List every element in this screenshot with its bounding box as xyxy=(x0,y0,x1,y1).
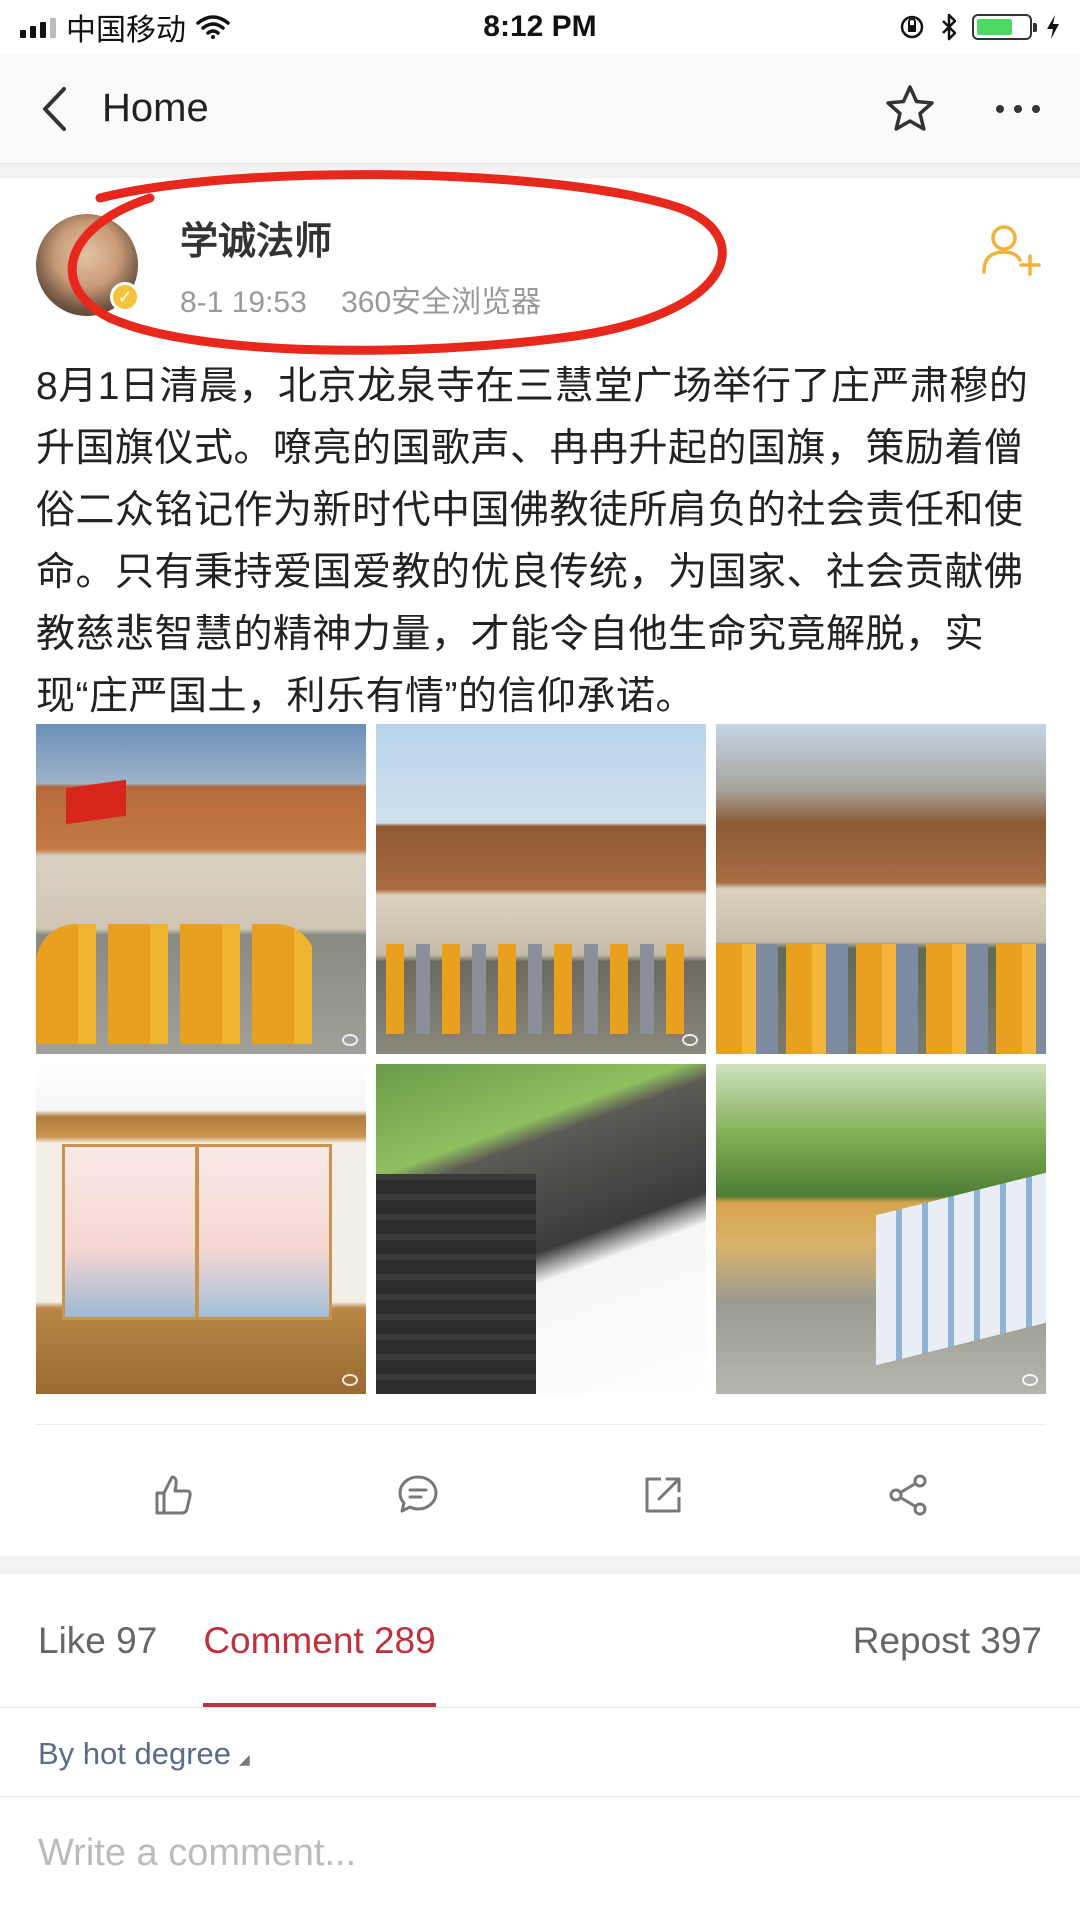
star-icon[interactable] xyxy=(884,83,936,135)
divider xyxy=(36,1424,1046,1425)
dropdown-triangle-icon: ◢ xyxy=(239,1751,250,1767)
photo-6[interactable] xyxy=(716,1064,1046,1394)
view-icon xyxy=(682,1034,698,1046)
engagement-tabs: Like 97 Comment 289 Repost 397 xyxy=(0,1574,1080,1708)
view-icon xyxy=(342,1374,358,1386)
tab-like[interactable]: Like 97 xyxy=(38,1574,157,1707)
view-icon xyxy=(1022,1034,1038,1046)
share-icon[interactable] xyxy=(884,1471,932,1519)
photo-1[interactable] xyxy=(36,724,366,1054)
chevron-left-icon xyxy=(43,86,66,131)
carrier-label: 中国移动 xyxy=(66,14,186,47)
view-icon xyxy=(342,1034,358,1046)
photo-3[interactable] xyxy=(716,724,1046,1054)
more-dots-icon[interactable] xyxy=(996,104,1040,113)
add-user-icon[interactable] xyxy=(980,222,1042,276)
sort-label: By hot degree xyxy=(38,1736,232,1771)
view-icon xyxy=(682,1374,698,1386)
comment-icon[interactable] xyxy=(394,1471,442,1519)
sort-dropdown[interactable]: By hot degree ◢ xyxy=(38,1736,250,1772)
post-source: 360安全浏览器 xyxy=(341,285,542,319)
status-bar: 中国移动 8:12 PM xyxy=(0,0,1080,54)
back-label: Home xyxy=(102,86,209,130)
post-body-text: 8月1日清晨，北京龙泉寺在三慧堂广场举行了庄严肃穆的升国旗仪式。嘹亮的国歌声、冉… xyxy=(36,365,1029,718)
section-separator xyxy=(0,1556,1080,1574)
wifi-icon xyxy=(196,15,230,39)
comment-input[interactable] xyxy=(38,1832,1038,1875)
post-header: ✓ 学诚法师 8-1 19:53 360安全浏览器 xyxy=(36,210,1046,320)
tab-repost[interactable]: Repost 397 xyxy=(853,1574,1042,1707)
thumbs-up-icon[interactable] xyxy=(149,1471,197,1519)
orientation-lock-icon xyxy=(900,15,924,39)
post-subtitle: 8-1 19:53 360安全浏览器 xyxy=(180,277,541,321)
status-bar-left: 中国移动 xyxy=(20,5,230,49)
divider xyxy=(0,1796,1080,1797)
nav-actions xyxy=(884,83,1040,135)
bluetooth-icon xyxy=(942,13,957,41)
avatar[interactable]: ✓ xyxy=(36,214,140,316)
photo-5[interactable] xyxy=(376,1064,706,1394)
top-nav-bar: Home xyxy=(0,54,1080,164)
author-name[interactable]: 学诚法师 xyxy=(180,210,541,265)
tab-comment[interactable]: Comment 289 xyxy=(203,1574,437,1707)
post-date: 8-1 19:53 xyxy=(180,285,307,319)
signal-icon xyxy=(20,16,56,38)
battery-icon xyxy=(972,14,1037,40)
image-grid xyxy=(36,724,1046,1394)
status-bar-right xyxy=(898,13,1060,41)
back-button[interactable]: Home xyxy=(40,86,209,132)
post-meta: 学诚法师 8-1 19:53 360安全浏览器 xyxy=(180,210,541,321)
view-icon xyxy=(1022,1374,1038,1386)
section-separator xyxy=(0,164,1080,178)
charging-bolt-icon xyxy=(1047,15,1059,39)
post-actions xyxy=(0,1440,1080,1550)
photo-2[interactable] xyxy=(376,724,706,1054)
photo-4[interactable] xyxy=(36,1064,366,1394)
verified-badge-icon: ✓ xyxy=(110,282,140,312)
repost-icon[interactable] xyxy=(639,1471,687,1519)
